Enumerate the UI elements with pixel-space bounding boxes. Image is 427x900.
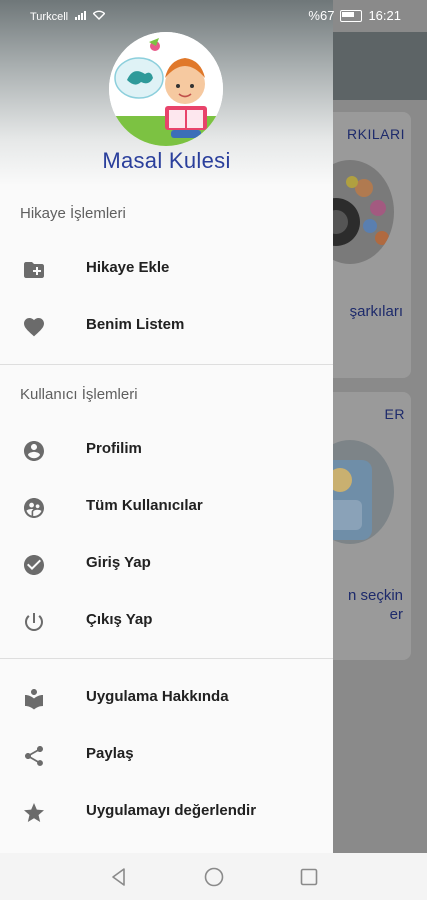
menu-item-label: Benim Listem (86, 316, 185, 333)
menu-item-login[interactable]: Giriş Yap (0, 539, 333, 589)
menu-item-rate-app[interactable]: Uygulamayı değerlendir (0, 787, 333, 837)
menu-item-label: Uygulamayı değerlendir (86, 802, 257, 819)
battery-percent: %67 (308, 8, 335, 23)
users-icon (21, 495, 47, 521)
section-title-story-operations: Hikaye İşlemleri (20, 205, 126, 222)
menu-item-about-app[interactable]: Uygulama Hakkında (0, 673, 333, 723)
menu-item-label: Uygulama Hakkında (86, 688, 229, 705)
star-icon (21, 800, 47, 826)
home-icon[interactable] (203, 866, 225, 888)
account-circle-icon (21, 438, 47, 464)
folder-add-icon (21, 257, 47, 283)
share-icon (21, 743, 47, 769)
check-circle-icon (21, 552, 47, 578)
clock: 16:21 (368, 8, 401, 23)
power-icon (21, 609, 47, 635)
menu-item-label: Giriş Yap (86, 554, 151, 571)
menu-item-label: Tüm Kullanıcılar (86, 497, 203, 514)
signal-icon (75, 9, 87, 20)
reader-icon (21, 686, 47, 712)
menu-item-label: Hikaye Ekle (86, 259, 170, 276)
menu-item-my-list[interactable]: Benim Listem (0, 301, 333, 351)
menu-item-logout[interactable]: Çıkış Yap (0, 596, 333, 646)
heart-icon (21, 314, 47, 340)
menu-item-all-users[interactable]: Tüm Kullanıcılar (0, 482, 333, 532)
menu-item-add-story[interactable]: Hikaye Ekle (0, 244, 333, 294)
back-icon[interactable] (108, 866, 130, 888)
battery-icon (340, 9, 363, 22)
wifi-icon (92, 10, 106, 23)
divider (0, 658, 333, 659)
section-title-user-operations: Kullanıcı İşlemleri (20, 386, 138, 403)
carrier-name: Turkcell (30, 11, 69, 23)
recent-apps-icon[interactable] (298, 866, 320, 888)
app-logo (109, 32, 223, 146)
menu-item-label: Paylaş (86, 745, 134, 762)
navigation-drawer: Masal Kulesi Hikaye İşlemleri Hikaye Ekl… (0, 0, 333, 853)
menu-item-profile[interactable]: Profilim (0, 425, 333, 475)
carrier-label: Turkcell (30, 9, 106, 23)
menu-item-label: Çıkış Yap (86, 611, 153, 628)
status-bar: Turkcell %67 16:21 (0, 0, 427, 32)
menu-item-label: Profilim (86, 440, 142, 457)
divider (0, 364, 333, 365)
app-name: Masal Kulesi (102, 148, 231, 173)
system-navigation-bar (0, 853, 427, 900)
menu-item-share[interactable]: Paylaş (0, 730, 333, 780)
system-indicators: %67 16:21 (308, 8, 401, 23)
